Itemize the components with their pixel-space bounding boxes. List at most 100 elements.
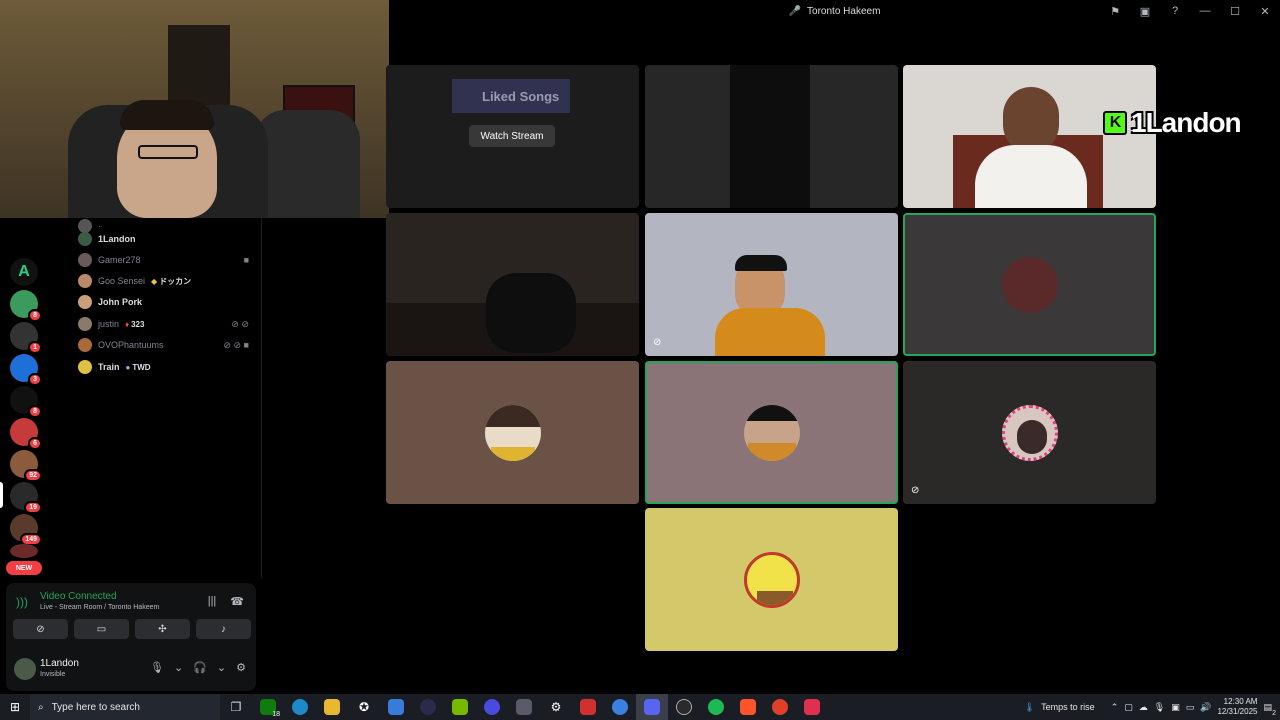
server-icon[interactable]: 92	[10, 450, 42, 482]
avatar	[78, 232, 92, 246]
app-icon[interactable]	[796, 694, 828, 720]
soundboard-button[interactable]: ♪	[196, 619, 251, 639]
server-icon[interactable]: 19	[10, 482, 42, 514]
member-row[interactable]: OVOPhantuums	[78, 336, 164, 354]
username[interactable]: 1Landon	[40, 658, 79, 669]
member-row[interactable]: Goo Sensei ◆ ドッカン	[78, 272, 191, 290]
nvidia-app-icon[interactable]	[444, 694, 476, 720]
headphones-icon[interactable]: 🎧	[193, 661, 207, 674]
liked-songs-preview: Liked Songs	[452, 79, 570, 113]
watch-stream-button[interactable]: Watch Stream	[469, 125, 555, 147]
volume-icon[interactable]: 🔊	[1200, 702, 1211, 713]
close-button[interactable]: ✕	[1250, 0, 1280, 22]
server-icon-a[interactable]: A	[10, 258, 38, 286]
avatar[interactable]	[14, 658, 36, 680]
app-icon[interactable]	[412, 694, 444, 720]
avatar-tile[interactable]	[645, 508, 898, 651]
new-badge[interactable]: NEW	[6, 561, 42, 575]
server-icon[interactable]: 6	[10, 418, 42, 450]
tray-app-icon[interactable]: ▣	[1171, 702, 1180, 713]
avatar	[78, 274, 92, 288]
member-name: Goo Sensei	[98, 276, 146, 286]
avatar	[484, 404, 541, 461]
server-icon[interactable]: 1	[10, 322, 42, 354]
discord-window: 🎤 Toronto Hakeem ⚑ ▣ ? — ☐ ✕ A 8 1 3 8 6…	[0, 0, 1280, 720]
app-icon[interactable]	[572, 694, 604, 720]
app-icon[interactable]	[604, 694, 636, 720]
avatar	[1001, 256, 1058, 313]
video-tile[interactable]: ⊘	[645, 213, 898, 356]
stream-tile[interactable]: Liked Songs Watch Stream	[386, 65, 639, 208]
server-icon[interactable]: 3	[10, 354, 42, 386]
weather-text[interactable]: Temps to rise	[1041, 702, 1095, 712]
noise-suppression-icon[interactable]: |||	[208, 595, 217, 608]
brave-app-icon[interactable]	[732, 694, 764, 720]
avatar	[78, 338, 92, 352]
microphone-icon[interactable]: 🎙	[150, 661, 164, 674]
tray-app-icon[interactable]: ▢	[1124, 702, 1133, 713]
taskbar-search[interactable]: ⌕ Type here to search	[30, 694, 220, 720]
member-row[interactable]: John Pork	[78, 293, 142, 311]
xbox-app-icon[interactable]: 18	[252, 694, 284, 720]
minimize-button[interactable]: —	[1190, 0, 1220, 22]
disconnect-icon[interactable]: ☎	[230, 595, 244, 608]
windows-start-icon[interactable]: ⊞	[0, 694, 30, 720]
avatar-tile[interactable]	[903, 213, 1156, 356]
unread-badge: 6	[28, 437, 42, 450]
member-row[interactable]: justin ♦ 323	[78, 315, 144, 333]
settings-gear-icon[interactable]: ⚙	[540, 694, 572, 720]
chrome-app-icon[interactable]	[764, 694, 796, 720]
chevron-up-icon[interactable]: ⌃	[1111, 702, 1119, 713]
task-view-icon[interactable]: ❐	[220, 694, 252, 720]
server-icon[interactable]: 8	[10, 290, 42, 322]
channel-member-list: · 1Landon Gamer278 ■ Goo Sensei ◆ ドッカン Jo…	[48, 218, 262, 578]
clock-time: 12:30 AM	[1223, 697, 1258, 706]
clock[interactable]: 12:30 AM 12/31/2025	[1217, 697, 1257, 717]
camera-muted-icon: ⊘	[911, 485, 920, 496]
member-row[interactable]: 1Landon	[78, 230, 136, 248]
gem-icon: ◆	[151, 276, 158, 286]
file-explorer-icon[interactable]	[316, 694, 348, 720]
inbox-icon[interactable]: ▣	[1130, 0, 1160, 22]
screen-share-button[interactable]: ▭	[74, 619, 129, 639]
discord-app-icon[interactable]	[636, 694, 668, 720]
video-tile[interactable]	[386, 213, 639, 356]
flag-icon[interactable]: ⚑	[1100, 0, 1130, 22]
media-app-icon[interactable]	[476, 694, 508, 720]
store-app-icon[interactable]	[380, 694, 412, 720]
search-placeholder: Type here to search	[51, 701, 140, 713]
video-tile[interactable]	[645, 65, 898, 208]
gear-icon[interactable]: ⚙	[236, 661, 246, 674]
server-icon[interactable]	[10, 544, 38, 558]
help-icon[interactable]: ?	[1160, 0, 1190, 22]
member-row[interactable]: Gamer278	[78, 251, 141, 269]
server-icon[interactable]: 8	[10, 386, 42, 418]
camera-off-button[interactable]: ⊘	[13, 619, 68, 639]
avatar	[78, 253, 92, 267]
chevron-down-icon[interactable]: ⌄	[174, 661, 183, 674]
avatar-tile[interactable]: ⊘	[903, 361, 1156, 504]
calculator-app-icon[interactable]	[508, 694, 540, 720]
settings-app-icon[interactable]: ✪	[348, 694, 380, 720]
voice-status[interactable]: Video Connected	[40, 591, 117, 602]
spotify-app-icon[interactable]	[700, 694, 732, 720]
member-name: John Pork	[98, 297, 143, 307]
member-row[interactable]: Train ● TWD	[78, 358, 151, 376]
voice-location[interactable]: Live - Stream Room / Toronto Hakeem	[40, 604, 159, 611]
avatar-tile[interactable]	[386, 361, 639, 504]
notification-icon[interactable]: ▤ 2	[1263, 702, 1276, 717]
microphone-icon[interactable]: 🎙	[1154, 702, 1165, 713]
app-icon[interactable]	[668, 694, 700, 720]
chevron-down-icon[interactable]: ⌄	[217, 661, 226, 674]
activities-button[interactable]: ✣	[135, 619, 190, 639]
member-tag: ● TWD	[125, 362, 151, 372]
cloud-icon[interactable]: ☁	[1139, 702, 1148, 713]
maximize-button[interactable]: ☐	[1220, 0, 1250, 22]
windows-taskbar: ⊞ ⌕ Type here to search ❐ 18 ✪ ⚙ 🌡 Temps…	[0, 694, 1280, 720]
skull-icon: ●	[125, 362, 131, 372]
avatar-tile[interactable]	[645, 361, 898, 504]
server-icon[interactable]: 149	[10, 514, 42, 546]
network-icon[interactable]: ▭	[1186, 702, 1195, 713]
member-name: Gamer278	[98, 255, 141, 265]
edge-app-icon[interactable]	[284, 694, 316, 720]
